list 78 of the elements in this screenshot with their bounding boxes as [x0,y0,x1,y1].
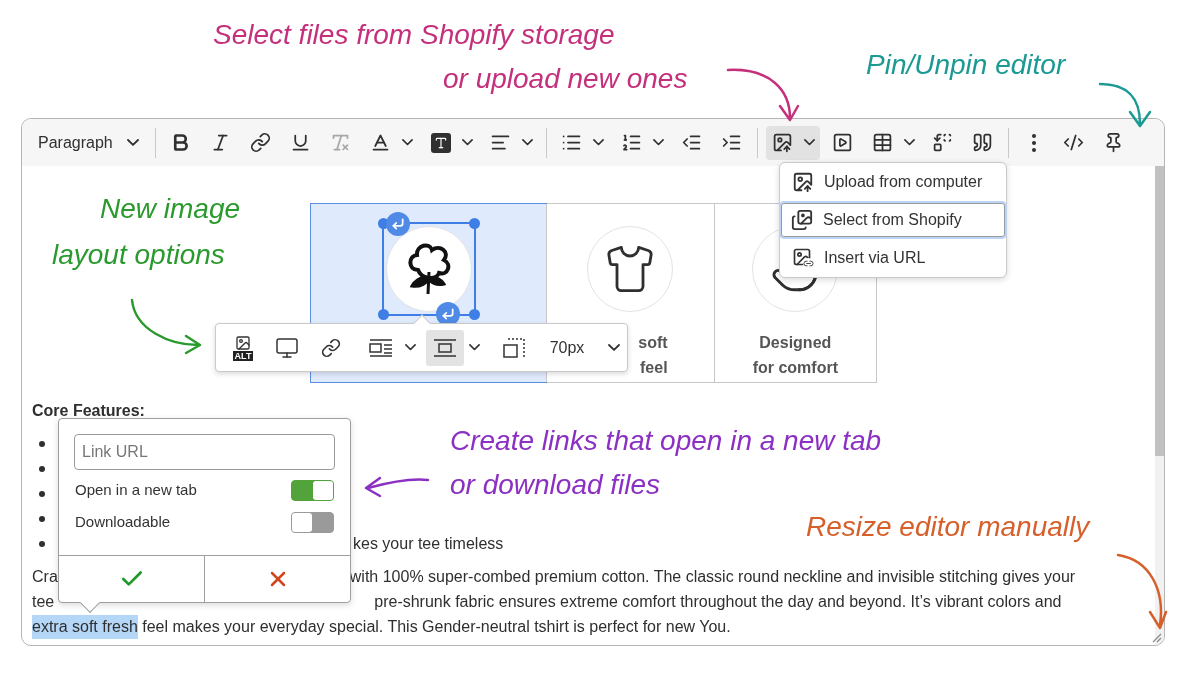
curved-arrow [364,476,430,498]
resize-handle[interactable] [468,218,480,229]
link-icon [321,337,341,358]
feature-label: soft [638,333,668,353]
table-icon [872,132,894,153]
video-icon [832,132,854,153]
chevron-down-icon [468,344,480,351]
curved-arrow [1098,82,1152,128]
chevron-down-icon [804,139,816,146]
image-upload-icon [772,132,794,153]
image-center-button[interactable] [426,329,464,366]
bullet-icon [39,440,45,447]
numbered-list-icon [621,132,643,153]
monitor-icon [275,335,299,360]
highlight-color-icon [430,132,451,153]
code-icon [1063,132,1085,153]
annotation-text: Resize editor manually [806,510,1090,544]
image-link-icon [792,247,814,269]
annotation-text: Select files from Shopify storage [213,18,615,52]
annotation-text: New image [100,192,241,226]
toggle-switch[interactable] [291,480,334,501]
feature-label: for comfort [752,358,838,378]
image-alt-text-button[interactable]: ALT [224,329,262,366]
annotation-text: or upload new ones [443,62,688,96]
curved-arrow [130,298,202,355]
list-item-text: kes your tee timeless [353,533,504,554]
resize-handle[interactable] [468,309,480,320]
paragraph-format-dropdown[interactable]: Paragraph [30,125,147,160]
toggle-label: Open in a new tab [75,480,197,501]
resize-frame-icon [502,336,526,359]
annotation-text: Pin/Unpin editor [866,48,1066,82]
feature-label: Designed [759,333,832,353]
bullet-icon [39,465,45,472]
chevron-down-icon [404,344,416,351]
paragraph-text: with 100% super-combed premium cotton. The classic round neckline and invisible stitching gives your [349,566,1076,587]
link-icon [250,132,272,153]
quote-icon [972,132,994,153]
section-heading: Core Features: [32,401,145,421]
scrollbar[interactable] [1155,166,1164,645]
wrap-text-layout-icon [368,337,394,358]
paragraph-text: tee [32,591,55,612]
chevron-down-icon [402,139,414,146]
menu-item[interactable]: Insert via URL [780,239,1006,277]
insert-paragraph-handle[interactable] [385,212,410,236]
bullet-icon [39,515,45,522]
link-url-field[interactable]: Link URL [74,434,335,470]
annotation-text: or download files [450,468,661,502]
find-replace-icon [932,132,954,153]
images-icon [791,209,813,231]
selected-text: extra soft fresh [32,614,138,639]
annotation-text: Create links that open in a new tab [450,424,882,458]
center-layout-icon [432,337,458,358]
feature-label: feel [640,358,668,378]
bullet-icon [39,490,45,497]
chevron-down-icon [593,139,605,146]
paragraph-text: feel makes your everyday special. This Gender-neutral tshirt is perfect for new You. [141,616,731,637]
more-icon [1031,133,1036,152]
toggle-switch[interactable] [291,512,334,533]
bullet-icon [39,540,45,547]
cotton-flower-drawing [405,242,452,296]
menu-item[interactable]: Select from Shopify [779,201,1007,239]
dropdown-caret-button[interactable] [799,125,820,160]
menu-item[interactable]: Upload from computer [780,163,1006,201]
paragraph-text: pre-shrunk fabric ensures extreme comfort throughout the day and beyond. It’s vibrant colors and [374,591,1062,612]
chevron-down-icon [653,139,665,146]
annotation-text: layout options [52,238,225,272]
chevron-down-icon [904,139,916,146]
toggle-label: Downloadable [75,512,171,533]
image-upload-icon [792,171,814,193]
chevron-down-icon [608,343,620,352]
resize-handle[interactable] [377,309,389,320]
image-size-dropdown[interactable]: 70px [496,329,626,366]
resize-grip-icon[interactable] [1150,631,1162,643]
image-button[interactable] [765,125,800,160]
paragraph-text: Cra [32,566,58,587]
chevron-down-icon [462,139,474,146]
chevron-down-icon [126,138,139,147]
chevron-down-icon [522,139,534,146]
